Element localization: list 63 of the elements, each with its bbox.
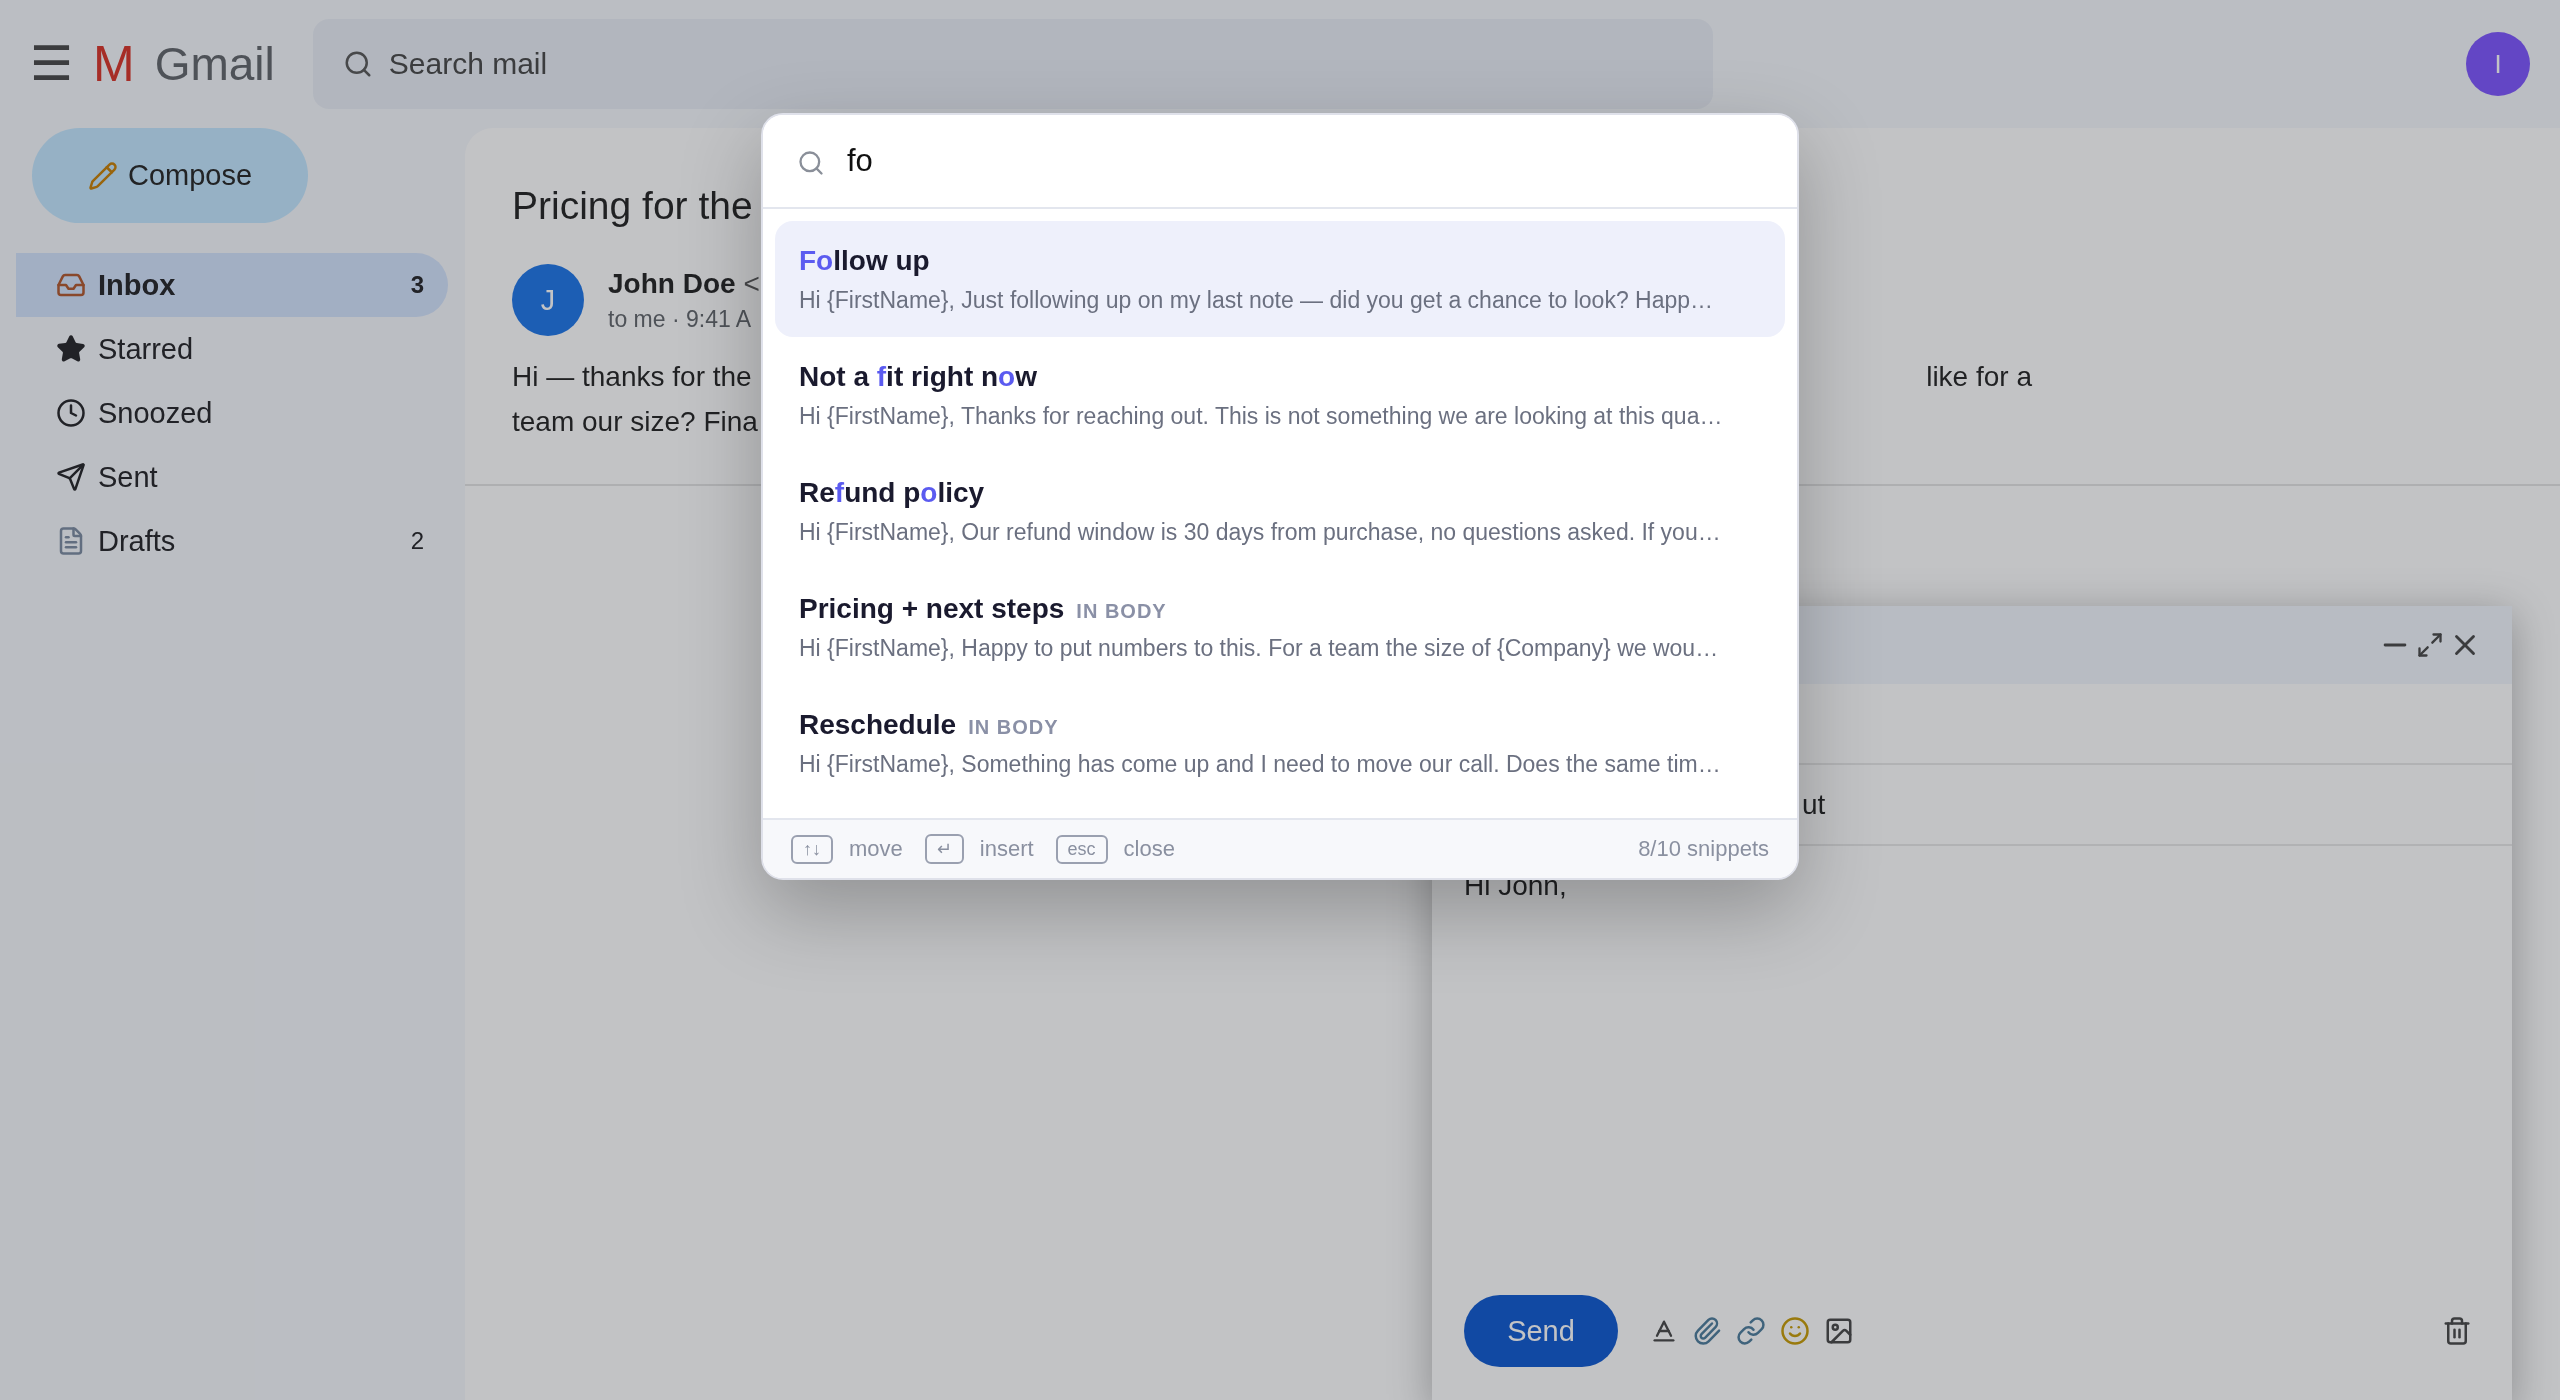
sidebar-label: Snoozed (98, 396, 214, 430)
snippet-title: Pricing + next steps (799, 592, 1065, 625)
expand-icon[interactable] (2416, 631, 2444, 659)
key-hint: ↵ (924, 834, 964, 864)
pencil-icon (87, 160, 118, 191)
image-icon[interactable] (1824, 1316, 1854, 1346)
star-icon (56, 334, 86, 364)
subject-text: ut (1802, 788, 1826, 821)
sidebar-item[interactable]: Snoozed (16, 381, 448, 445)
snippet-item[interactable]: Pricing + next steps IN BODY Hi {FirstName}, Happy to put numbers to this. For a team the size of {Company} we wou… (775, 569, 1785, 685)
search-icon (797, 149, 825, 177)
email-body-text: Hi — thanks for the (512, 360, 752, 394)
email-body-text: team our size? Fina (512, 405, 758, 439)
send-button[interactable]: Send (1464, 1295, 1618, 1367)
clock-icon (56, 398, 86, 428)
key-hint: ↑↓ (791, 834, 833, 864)
unread-count: 3 (410, 271, 424, 299)
sender-avatar: J (512, 264, 584, 336)
snippet-preview: Hi {FirstName}, Something has come up and I need to move our call. Does the same tim… (799, 750, 1722, 778)
snippet-title: Refund policy (799, 476, 985, 509)
snippet-tag: IN BODY (1076, 599, 1167, 623)
email-body-text: like for a (1926, 360, 2032, 394)
snippet-title: Not a fit right now (799, 360, 1037, 393)
hint-label: insert (979, 836, 1034, 862)
snippet-preview: Hi {FirstName}, Thanks for reaching out. This is not something we are looking at this qua… (799, 402, 1724, 430)
snippet-count: 8/10 snippets (1638, 836, 1769, 862)
logo-text: Gmail (154, 37, 275, 91)
hint-label: move (849, 836, 903, 862)
email-meta: to me · 9:41 A (608, 305, 753, 333)
compose-button[interactable]: Compose (32, 128, 308, 223)
snippet-item[interactable]: Refund policy Hi {FirstName}, Our refund window is 30 days from purchase, no questions asked. If you… (775, 453, 1785, 569)
snippet-search-field[interactable]: fo (763, 115, 1797, 209)
sidebar-item[interactable]: Drafts 2 (16, 509, 448, 573)
snippet-item[interactable]: Reschedule IN BODY Hi {FirstName}, Something has come up and I need to move our call. Does the same tim… (775, 685, 1785, 801)
link-icon[interactable] (1736, 1316, 1766, 1346)
snippet-title: Reschedule (799, 708, 957, 741)
sidebar-item[interactable]: Inbox 3 (16, 253, 448, 317)
logo-mark: M (93, 35, 135, 93)
paperclip-icon[interactable] (1692, 1316, 1722, 1346)
sidebar-label: Starred (98, 332, 195, 366)
snippet-item[interactable]: Follow up Hi {FirstName}, Just following up on my last note — did you get a chance to look? Happ… (775, 221, 1785, 337)
hint-label: close (1123, 836, 1175, 862)
sender-name: John Doe (608, 267, 736, 299)
send-icon (56, 462, 86, 492)
trash-icon[interactable] (2442, 1316, 2472, 1346)
snippet-tag: IN BODY (968, 715, 1059, 739)
snippet-title: Follow up (799, 244, 930, 277)
account-avatar[interactable]: I (2466, 32, 2530, 96)
key-hint: esc (1055, 834, 1108, 864)
sidebar-item[interactable]: Sent (16, 445, 448, 509)
sidebar-label: Inbox (98, 268, 177, 302)
menu-icon[interactable]: ☰ (30, 40, 73, 88)
unread-count: 2 (410, 527, 424, 555)
sidebar-label: Drafts (98, 524, 177, 558)
snippet-preview: Hi {FirstName}, Our refund window is 30 days from purchase, no questions asked. If you… (799, 518, 1722, 546)
search-field[interactable]: Search mail (312, 19, 1713, 109)
sidebar-label: Sent (98, 460, 159, 494)
snippet-item[interactable]: Not a fit right now Hi {FirstName}, Thanks for reaching out. This is not something we are looking at this qua… (775, 337, 1785, 453)
snippet-preview: Hi {FirstName}, Happy to put numbers to this. For a team the size of {Company} we wou… (799, 634, 1720, 662)
sidebar-item[interactable]: Starred (16, 317, 448, 381)
sender-email: < (743, 267, 760, 299)
email-subject: Pricing for the (512, 184, 754, 228)
snippet-preview: Hi {FirstName}, Just following up on my last note — did you get a chance to look? Happ… (799, 286, 1715, 314)
